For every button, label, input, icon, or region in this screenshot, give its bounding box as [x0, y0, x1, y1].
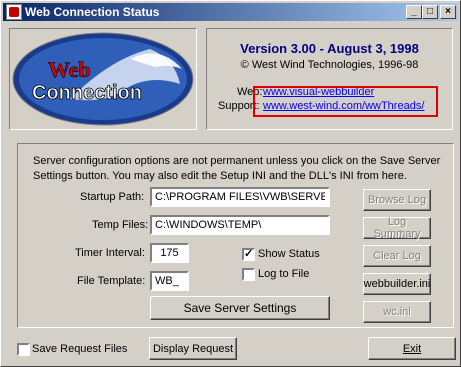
- logo-connection-text: Connection: [32, 82, 142, 104]
- wc-ini-button[interactable]: wc.ini: [363, 301, 431, 323]
- maximize-button[interactable]: □: [422, 5, 438, 19]
- show-status-checkbox[interactable]: ✓: [242, 248, 255, 261]
- display-request-button[interactable]: Display Request: [149, 337, 237, 360]
- webbuilder-ini-label: webbuilder.ini: [363, 278, 431, 290]
- save-request-files-checkbox[interactable]: [17, 343, 30, 356]
- browse-log-button[interactable]: Browse Log: [363, 189, 431, 211]
- webbuilder-ini-button[interactable]: webbuilder.ini: [363, 273, 431, 295]
- link-highlight-box: [253, 86, 438, 117]
- log-to-file-label: Log to File: [258, 268, 310, 280]
- copyright-text: © West Wind Technologies, 1996-98: [240, 59, 419, 71]
- save-server-settings-label: Save Server Settings: [183, 301, 297, 315]
- web-connection-logo: Web Connection: [12, 32, 194, 126]
- title-bar[interactable]: Web Connection Status _ □ ×: [3, 3, 458, 21]
- log-summary-label: Log Summary: [373, 216, 421, 240]
- temp-files-label: Temp Files:: [92, 219, 149, 231]
- save-request-files-label: Save Request Files: [32, 343, 128, 355]
- browse-log-label: Browse Log: [367, 194, 427, 206]
- app-icon[interactable]: [6, 4, 22, 20]
- server-settings-group: Server configuration options are not per…: [17, 143, 454, 328]
- minimize-button[interactable]: _: [406, 5, 422, 19]
- display-request-label: Display Request: [152, 342, 234, 355]
- info-panel: Version 3.00 - August 3, 1998 © West Win…: [206, 28, 453, 130]
- file-template-label: File Template:: [77, 275, 146, 287]
- settings-description: Server configuration options are not per…: [33, 155, 441, 182]
- temp-files-input[interactable]: [150, 215, 330, 235]
- log-summary-button[interactable]: Log Summary: [363, 216, 431, 240]
- window-title: Web Connection Status: [25, 5, 160, 19]
- timer-interval-input[interactable]: [150, 243, 189, 263]
- startup-path-input[interactable]: [150, 187, 330, 207]
- show-status-label: Show Status: [258, 248, 320, 260]
- version-text: Version 3.00 - August 3, 1998: [240, 41, 419, 56]
- exit-button[interactable]: Exit: [368, 337, 456, 360]
- file-template-input[interactable]: [150, 271, 189, 291]
- log-to-file-checkbox[interactable]: [242, 268, 255, 281]
- clear-log-button[interactable]: Clear Log: [363, 245, 431, 267]
- main-window: Web Connection Status _ □ × Web Connecti…: [0, 0, 461, 367]
- wc-ini-label: wc.ini: [383, 306, 411, 318]
- logo-web-text: Web: [48, 57, 91, 82]
- startup-path-label: Startup Path:: [80, 191, 145, 203]
- timer-interval-label: Timer Interval:: [75, 247, 145, 259]
- exit-label: Exit: [402, 342, 422, 355]
- save-server-settings-button[interactable]: Save Server Settings: [150, 296, 330, 320]
- close-button[interactable]: ×: [440, 5, 456, 19]
- logo-panel: Web Connection: [9, 28, 197, 130]
- clear-log-label: Clear Log: [373, 250, 421, 262]
